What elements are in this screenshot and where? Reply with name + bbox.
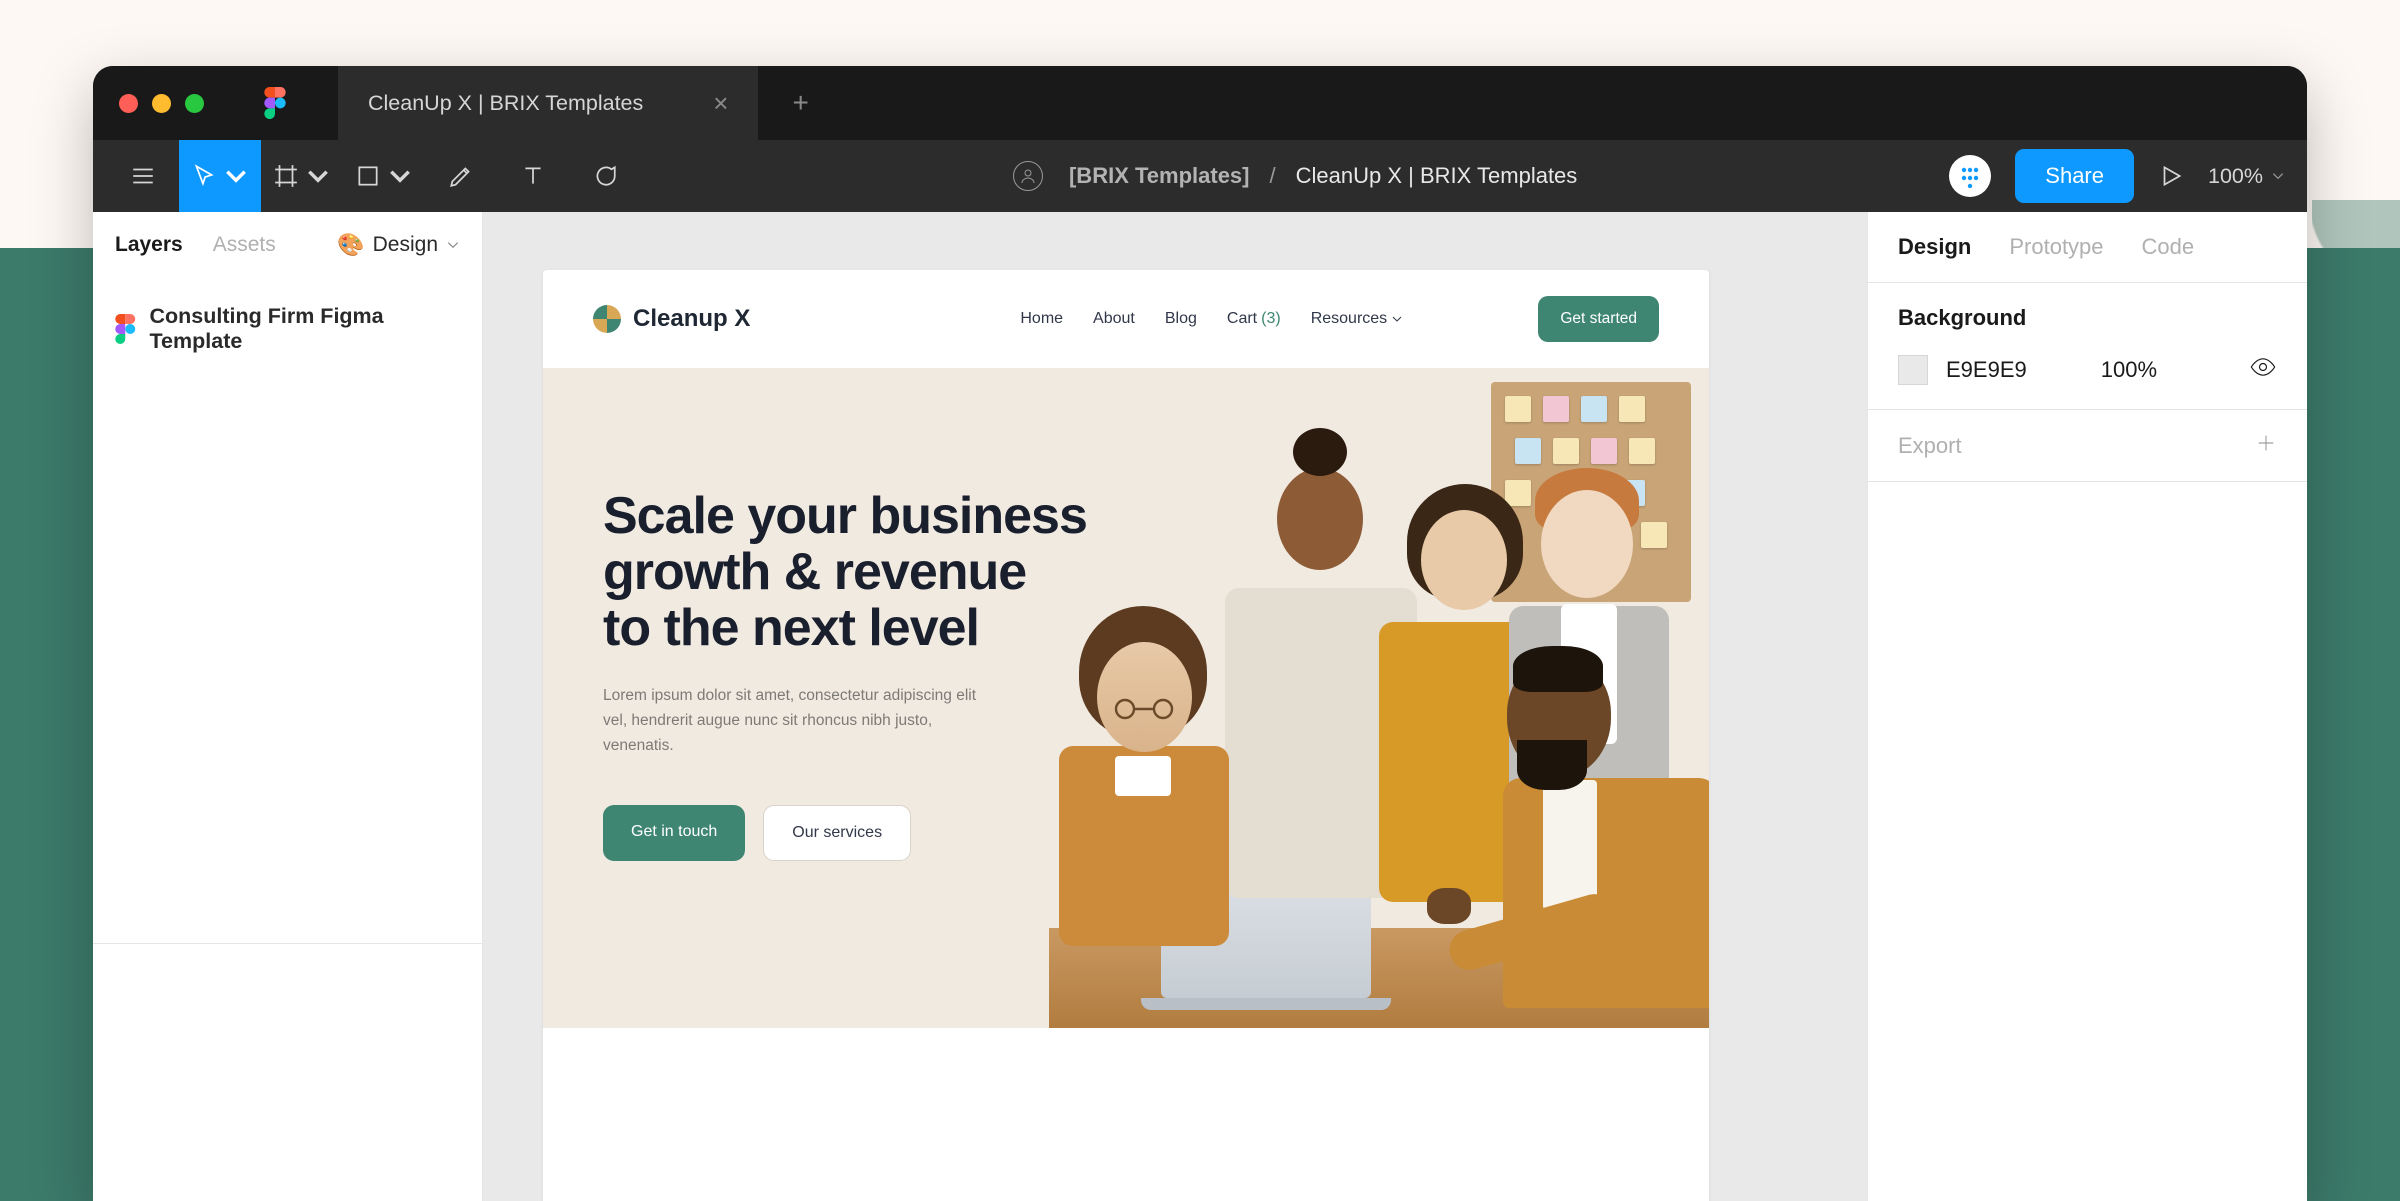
site-logo[interactable]: Cleanup X <box>593 305 750 333</box>
maximize-window-icon[interactable] <box>185 94 204 113</box>
color-swatch[interactable] <box>1898 355 1928 385</box>
pen-tool[interactable] <box>425 140 497 212</box>
site-header: Cleanup X Home About Blog Cart (3) Resou… <box>543 270 1709 368</box>
layer-label: Consulting Firm Figma Template <box>150 304 460 354</box>
move-tool[interactable] <box>179 140 261 212</box>
tab-assets[interactable]: Assets <box>213 233 276 257</box>
window-controls[interactable] <box>119 94 204 113</box>
background-section: Background E9E9E9 100% <box>1868 283 2307 410</box>
glasses-icon <box>1109 698 1179 720</box>
site-nav: Home About Blog Cart (3) Resources <box>1020 310 1403 328</box>
page-name: Design <box>373 233 438 257</box>
hero-copy: Scale your business growth & revenue to … <box>543 368 1126 1028</box>
zoom-value: 100% <box>2208 164 2263 189</box>
toolbar: [BRIX Templates] / CleanUp X | BRIX Temp… <box>93 140 2307 212</box>
logo-mark-icon <box>593 305 621 333</box>
nav-blog[interactable]: Blog <box>1165 310 1197 328</box>
shape-tool[interactable] <box>343 140 425 212</box>
close-window-icon[interactable] <box>119 94 138 113</box>
present-icon[interactable] <box>2158 140 2184 212</box>
left-panel-footer <box>93 943 482 1201</box>
nav-home[interactable]: Home <box>1020 310 1063 328</box>
figma-logo-icon[interactable] <box>264 87 286 119</box>
color-hex[interactable]: E9E9E9 <box>1946 357 2027 383</box>
add-export-icon[interactable] <box>2255 432 2277 459</box>
logo-text: Cleanup X <box>633 305 750 333</box>
breadcrumb: [BRIX Templates] / CleanUp X | BRIX Temp… <box>641 161 1949 191</box>
hero-image <box>1049 368 1709 1028</box>
crumb-file[interactable]: CleanUp X | BRIX Templates <box>1296 163 1578 189</box>
get-in-touch-button[interactable]: Get in touch <box>603 805 745 861</box>
decorative-leaf <box>2312 200 2400 440</box>
background-label: Background <box>1898 305 2277 331</box>
team-avatar-icon[interactable] <box>1013 161 1043 191</box>
chevron-down-icon <box>1391 313 1403 325</box>
text-tool[interactable] <box>497 140 569 212</box>
comment-tool[interactable] <box>569 140 641 212</box>
page-selector[interactable]: 🎨 Design <box>337 232 460 258</box>
tab-bar: CleanUp X | BRIX Templates × + <box>93 66 2307 140</box>
tab-code[interactable]: Code <box>2142 234 2195 260</box>
our-services-button[interactable]: Our services <box>763 805 911 861</box>
export-label: Export <box>1898 433 1962 459</box>
tab-title: CleanUp X | BRIX Templates <box>368 91 643 116</box>
export-section: Export <box>1868 410 2307 482</box>
design-frame[interactable]: Cleanup X Home About Blog Cart (3) Resou… <box>543 270 1709 1201</box>
color-opacity[interactable]: 100% <box>2101 357 2157 383</box>
nav-about[interactable]: About <box>1093 310 1135 328</box>
tab-close-icon[interactable]: × <box>713 90 728 116</box>
right-panel: Design Prototype Code Background E9E9E9 … <box>1867 212 2307 1201</box>
tab-layers[interactable]: Layers <box>115 233 183 257</box>
nav-resources[interactable]: Resources <box>1311 310 1403 328</box>
figma-file-icon <box>115 314 136 344</box>
figma-window: CleanUp X | BRIX Templates × + <box>93 66 2307 1201</box>
hero: Scale your business growth & revenue to … <box>543 368 1709 1028</box>
main-menu-icon[interactable] <box>107 140 179 212</box>
hero-paragraph: Lorem ipsum dolor sit amet, consectetur … <box>603 684 1003 758</box>
document-tab[interactable]: CleanUp X | BRIX Templates × <box>338 66 758 140</box>
person-seated <box>1487 628 1709 1008</box>
frame-tool[interactable] <box>261 140 343 212</box>
nav-cart[interactable]: Cart (3) <box>1227 310 1281 328</box>
visibility-toggle-icon[interactable] <box>2249 353 2277 387</box>
left-panel: Layers Assets 🎨 Design Consulting Firm F… <box>93 212 483 1201</box>
new-tab-icon[interactable]: + <box>792 87 808 119</box>
hero-heading: Scale your business growth & revenue to … <box>603 488 1126 656</box>
layer-item[interactable]: Consulting Firm Figma Template <box>93 292 482 366</box>
share-button[interactable]: Share <box>2015 149 2134 203</box>
user-avatar[interactable] <box>1949 155 1991 197</box>
palette-icon: 🎨 <box>337 232 364 258</box>
crumb-separator: / <box>1270 163 1276 189</box>
tab-design[interactable]: Design <box>1898 234 1971 260</box>
zoom-level[interactable]: 100% <box>2208 164 2285 189</box>
minimize-window-icon[interactable] <box>152 94 171 113</box>
crumb-team[interactable]: [BRIX Templates] <box>1069 163 1250 189</box>
canvas[interactable]: Cleanup X Home About Blog Cart (3) Resou… <box>483 212 1867 1201</box>
person-orange-blazer <box>1055 586 1235 946</box>
get-started-button[interactable]: Get started <box>1538 296 1659 342</box>
tab-prototype[interactable]: Prototype <box>2009 234 2103 260</box>
cart-count: (3) <box>1261 310 1281 328</box>
